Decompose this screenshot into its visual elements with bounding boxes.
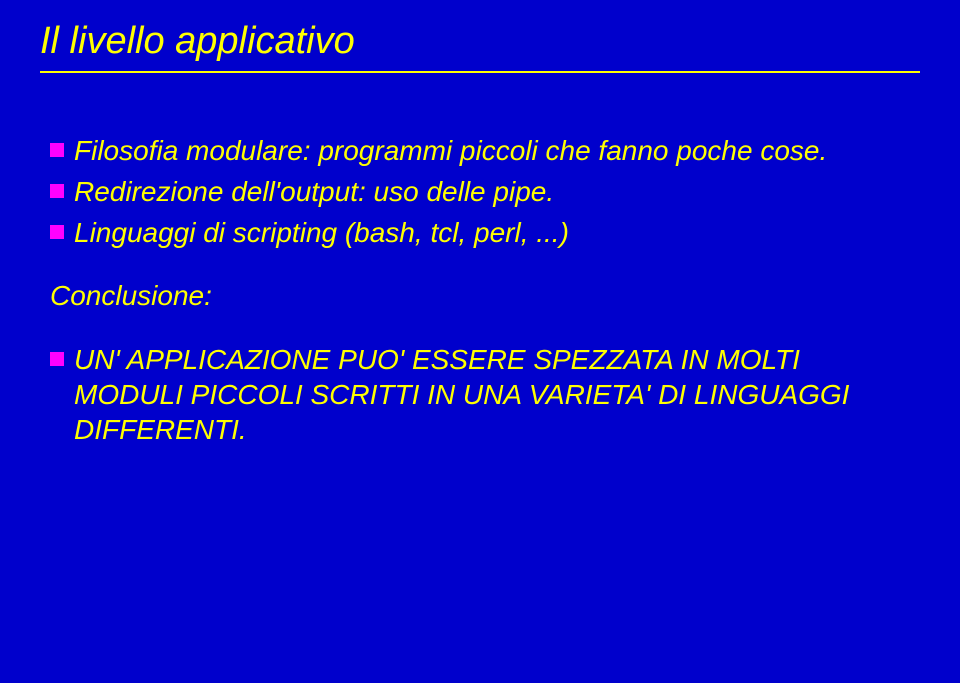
bullet-item: Redirezione dell'output: uso delle pipe. [50, 174, 920, 209]
bullet-square-icon [50, 143, 64, 157]
bullet-square-icon [50, 352, 64, 366]
title-underline [40, 71, 920, 73]
conclusion-line3: DIFFERENTI. [74, 414, 247, 445]
bullet-square-icon [50, 225, 64, 239]
bullet-item: Linguaggi di scripting (bash, tcl, perl,… [50, 215, 920, 250]
conclusion-bullet-item: UN' APPLICAZIONE PUO' ESSERE SPEZZATA IN… [50, 342, 920, 447]
bullet-text: Filosofia modulare: programmi piccoli ch… [74, 133, 827, 168]
bullet-square-icon [50, 184, 64, 198]
conclusion-line2: MODULI PICCOLI SCRITTI IN UNA VARIETA' D… [74, 379, 849, 410]
bullet-text: Linguaggi di scripting (bash, tcl, perl,… [74, 215, 569, 250]
conclusion-label: Conclusione: [50, 280, 920, 312]
conclusion-bullet-text: UN' APPLICAZIONE PUO' ESSERE SPEZZATA IN… [74, 342, 849, 447]
conclusion-line1: UN' APPLICAZIONE PUO' ESSERE SPEZZATA IN… [74, 344, 800, 375]
slide-title: Il livello applicativo [40, 20, 920, 63]
bullet-item: Filosofia modulare: programmi piccoli ch… [50, 133, 920, 168]
bullet-text: Redirezione dell'output: uso delle pipe. [74, 174, 554, 209]
content-area: Filosofia modulare: programmi piccoli ch… [50, 133, 920, 447]
slide: Il livello applicativo Filosofia modular… [0, 0, 960, 683]
